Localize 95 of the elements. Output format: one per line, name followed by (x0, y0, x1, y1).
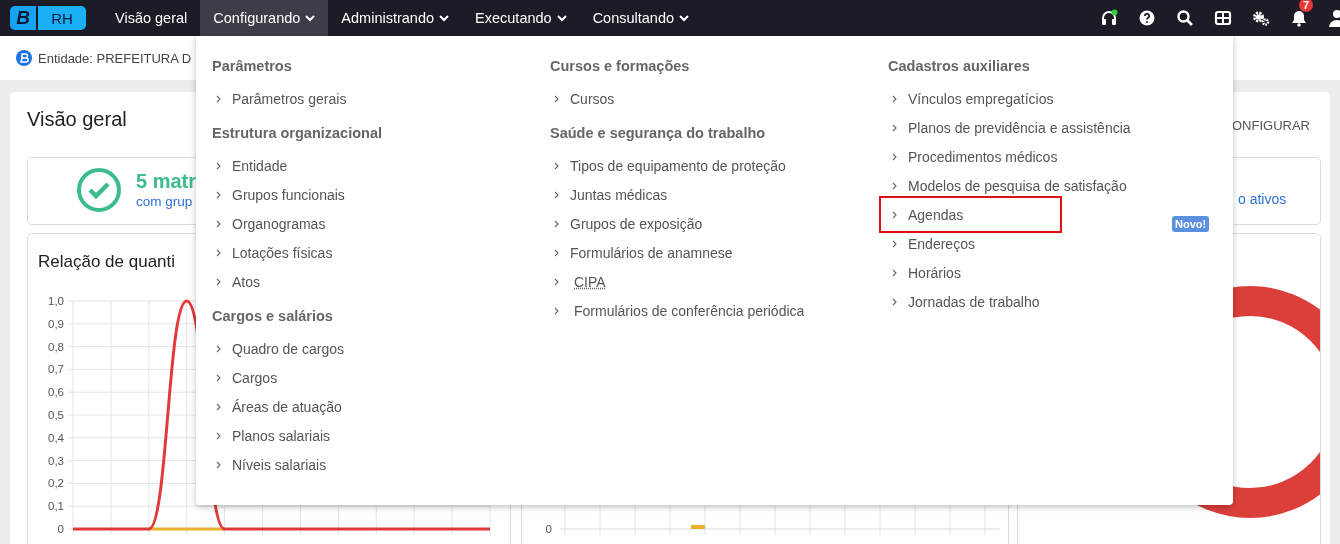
menu-item[interactable]: Formulários de anamnese (550, 238, 850, 267)
menu-item[interactable]: Grupos funcionais (212, 180, 512, 209)
axis-tick-label: 0,8 (48, 340, 64, 353)
axis-tick-label: 0,1 (48, 500, 64, 513)
chevron-icon (892, 123, 897, 132)
menu-section-heading: Parâmetros (212, 58, 293, 76)
axis-tick-label: 0 (57, 523, 64, 535)
chevron-icon (554, 94, 559, 103)
menu-section-heading: Estrutura organizacional (212, 125, 383, 143)
axis-tick-label: 0,4 (48, 431, 64, 444)
menu-item[interactable]: Planos de previdência e assistência (888, 113, 1188, 142)
caret-icon (439, 14, 450, 22)
help-icon[interactable] (1138, 9, 1156, 27)
nav-menu-item[interactable]: Executando (462, 0, 580, 36)
caret-icon (556, 14, 567, 22)
axis-tick-label: 0,9 (48, 317, 64, 330)
menu-item[interactable]: Tipos de equipamento de proteção (550, 151, 850, 180)
menu-item[interactable]: CIPA (550, 267, 850, 296)
stat-link[interactable]: o ativos (1238, 191, 1287, 207)
caret-icon (679, 14, 690, 22)
nav-menu-item[interactable]: Visão geral (102, 0, 201, 36)
menu-item[interactable]: Formulários de conferência periódica (550, 296, 850, 325)
nav-menu-item[interactable]: Administrando (328, 0, 463, 36)
menu-item[interactable]: Entidade (212, 151, 512, 180)
entity-icon (16, 50, 32, 66)
chevron-icon (216, 277, 221, 286)
headset-icon[interactable] (1100, 9, 1118, 27)
menu-item[interactable]: Horários (888, 258, 1188, 287)
chevron-icon (892, 210, 897, 219)
menu-item[interactable]: Parâmetros gerais (212, 84, 512, 113)
bell-icon[interactable] (1290, 9, 1308, 27)
chevron-icon (216, 248, 221, 257)
chart-title: Relação de quanti (38, 252, 176, 272)
menu-item[interactable]: Níveis salariais (212, 450, 512, 479)
chevron-icon (892, 181, 897, 190)
chevron-icon (554, 306, 559, 315)
axis-tick-label: 0,3 (48, 454, 64, 467)
chevron-icon (554, 277, 559, 286)
chevron-icon (554, 190, 559, 199)
chevron-icon (554, 248, 559, 257)
menu-section-heading: Cargos e salários (212, 308, 334, 326)
menu-item[interactable]: Cargos (212, 363, 512, 392)
page-title: Visão geral (27, 108, 127, 131)
configure-link[interactable]: ONFIGURAR (1232, 118, 1310, 133)
menu-item[interactable]: Procedimentos médicos (888, 142, 1188, 171)
search-icon[interactable] (1176, 9, 1194, 27)
axis-tick-label: 0,6 (48, 386, 64, 399)
chevron-icon (892, 239, 897, 248)
chevron-icon (892, 268, 897, 277)
bar (691, 525, 705, 529)
chevron-icon (216, 94, 221, 103)
chevron-icon (216, 431, 221, 440)
axis-tick-label: 0,7 (48, 363, 64, 376)
menu-item[interactable]: Quadro de cargos (212, 334, 512, 363)
menu-item[interactable]: Juntas médicas (550, 180, 850, 209)
menu-item[interactable]: Planos salariais (212, 421, 512, 450)
menu-item[interactable]: Áreas de atuação (212, 392, 512, 421)
chevron-icon (892, 94, 897, 103)
notification-badge: 7 (1299, 0, 1314, 12)
chevron-icon (554, 161, 559, 170)
nav-menu-item[interactable]: Configurando (200, 0, 329, 36)
axis-tick-label: 1,0 (48, 295, 64, 307)
menu-section-heading: Saúde e segurança do trabalho (550, 125, 767, 143)
chevron-icon (892, 152, 897, 161)
menu-item[interactable]: Lotações físicas (212, 238, 512, 267)
chevron-icon (216, 402, 221, 411)
menu-item[interactable]: Organogramas (212, 209, 512, 238)
chevron-icon (216, 219, 221, 228)
menu-item[interactable]: Jornadas de trabalho (888, 287, 1188, 316)
menu-item[interactable]: Cursos (550, 84, 850, 113)
check-circle-icon (76, 167, 122, 213)
axis-tick-label: 0 (545, 523, 552, 535)
grid-icon[interactable] (1214, 9, 1232, 27)
chevron-icon (892, 297, 897, 306)
stat-caption[interactable]: com grup (136, 194, 193, 209)
product-name: RH (38, 6, 86, 30)
chevron-icon (216, 373, 221, 382)
caret-icon (305, 14, 316, 22)
entity-label: Entidade: PREFEITURA D (38, 50, 192, 66)
chevron-icon (554, 219, 559, 228)
new-badge: Novo! (1172, 215, 1210, 232)
chevron-icon (216, 190, 221, 199)
menu-section-heading: Cursos e formações (550, 58, 691, 76)
stat-value: 5 matr (136, 170, 197, 193)
axis-tick-label: 0,5 (48, 409, 64, 421)
nav-menu-item[interactable]: Consultando (579, 0, 703, 36)
logo-mark: B (10, 6, 36, 30)
chevron-icon (216, 161, 221, 170)
axis-tick-label: 0,2 (48, 477, 64, 490)
menu-item[interactable]: Atos (212, 267, 512, 296)
menu-section-heading: Cadastros auxiliares (888, 58, 1031, 76)
menu-item[interactable]: Vínculos empregatícios (888, 84, 1188, 113)
settings-icon[interactable] (1252, 9, 1270, 27)
chevron-icon (216, 344, 221, 353)
chevron-icon (216, 460, 221, 469)
